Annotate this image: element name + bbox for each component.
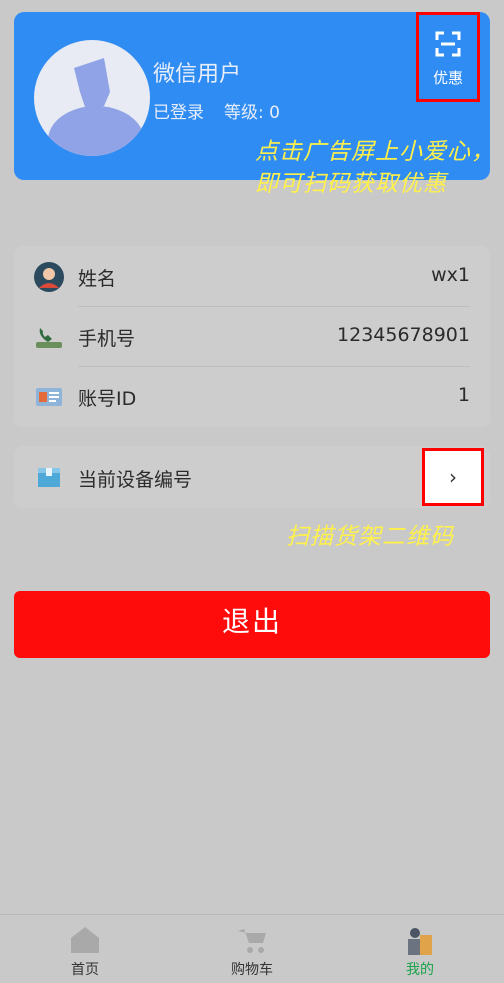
scan-coupon-button[interactable]: 优惠 — [416, 12, 480, 102]
home-icon — [68, 923, 102, 957]
scan-shelf-button[interactable]: › — [422, 448, 484, 506]
phone-icon — [34, 322, 64, 352]
avatar — [34, 40, 150, 156]
tab-cart[interactable]: 购物车 — [202, 915, 302, 983]
scan-button-label: 优惠 — [432, 69, 463, 87]
info-value: wx1 — [431, 264, 470, 286]
scan-icon — [435, 31, 461, 57]
tab-label: 我的 — [406, 962, 434, 978]
cart-icon — [235, 923, 269, 957]
status-line: 已登录 等级: 0 — [153, 98, 280, 123]
id-card-icon — [34, 382, 64, 412]
user-info-card: 姓名 wx1 手机号 12345678901 账号ID 1 — [14, 246, 490, 427]
info-label: 手机号 — [78, 328, 136, 350]
bottom-tabbar: 首页 购物车 我的 — [0, 914, 504, 983]
info-row-name: 姓名 wx1 — [14, 246, 490, 306]
device-hint-annotation: 扫描货架二维码 — [286, 524, 454, 550]
info-value: 12345678901 — [337, 324, 470, 346]
info-value: 1 — [457, 384, 470, 406]
tab-label: 购物车 — [231, 962, 273, 978]
info-row-phone: 手机号 12345678901 — [14, 306, 490, 366]
user-avatar-icon — [34, 262, 64, 292]
login-status: 已登录 — [153, 103, 204, 123]
info-row-account-id: 账号ID 1 — [14, 366, 490, 426]
tab-home[interactable]: 首页 — [35, 915, 135, 983]
username: 微信用户 — [153, 62, 242, 87]
chevron-right-icon: › — [449, 465, 457, 489]
box-icon — [34, 462, 64, 492]
profile-icon — [403, 923, 437, 957]
info-label: 姓名 — [78, 268, 117, 290]
device-id-row[interactable]: 当前设备编号 — [14, 446, 490, 508]
tab-profile[interactable]: 我的 — [370, 915, 470, 983]
device-label: 当前设备编号 — [78, 469, 193, 491]
logout-button[interactable]: 退出 — [14, 591, 490, 658]
tab-label: 首页 — [71, 962, 99, 978]
user-level: 等级: 0 — [224, 103, 280, 123]
scan-hint-annotation: 点击广告屏上小爱心，即可扫码获取优惠 — [255, 139, 495, 197]
info-label: 账号ID — [78, 388, 137, 410]
